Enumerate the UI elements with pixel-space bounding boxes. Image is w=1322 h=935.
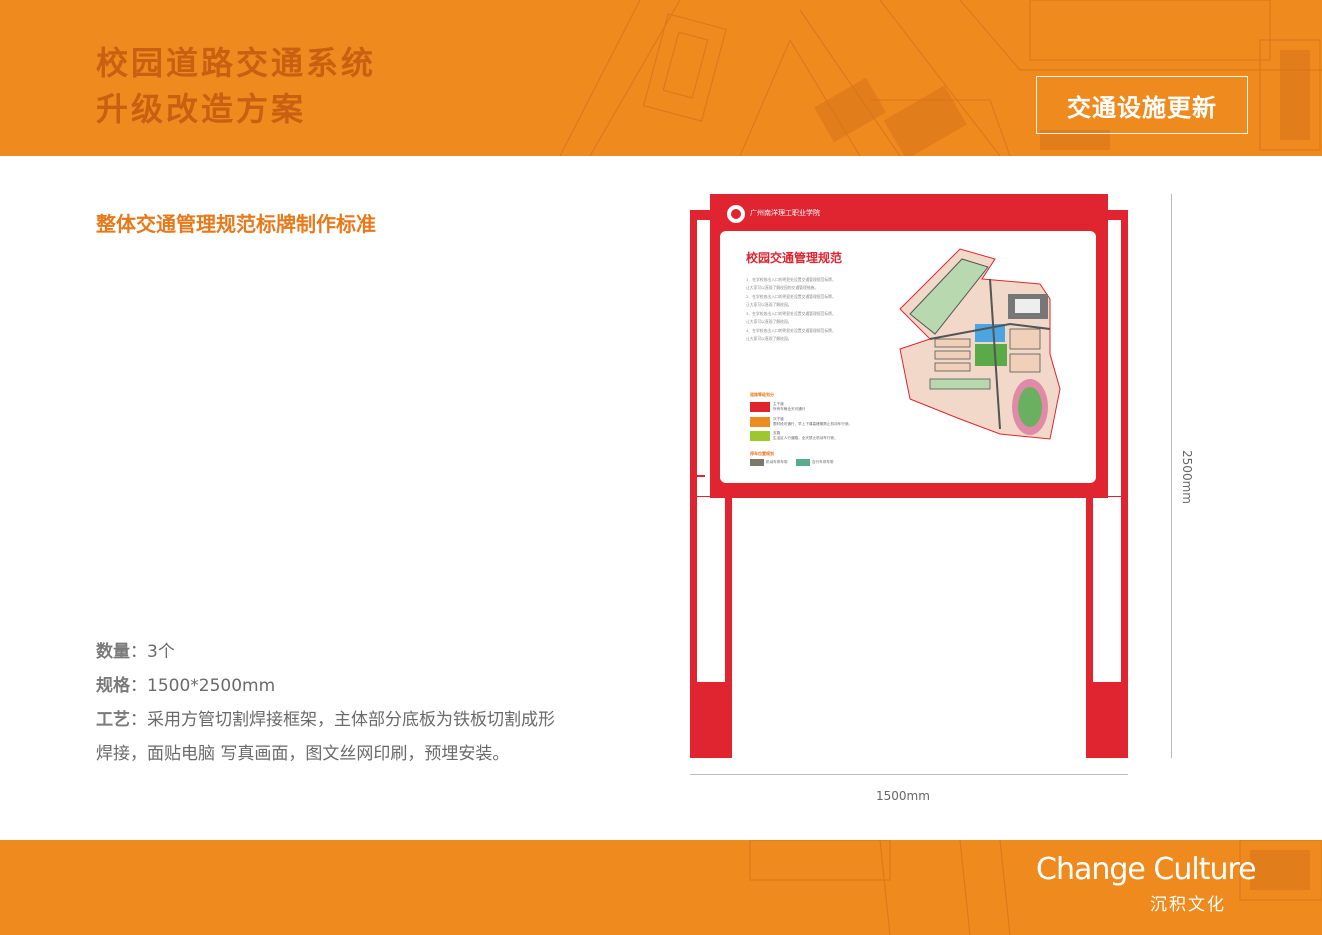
legend-title: 道路等级划分: [750, 392, 774, 397]
spec-quantity-label: 数量: [96, 642, 130, 662]
rule-line: 2、在学校各出入口的明显处设置交通管理规范标牌，: [746, 294, 836, 299]
legend-swatch-branch: [750, 431, 770, 441]
footer-band: Change Culture 沉积文化: [0, 840, 1322, 935]
parking-name: 自行车停车带: [812, 460, 834, 464]
rule-line: 让大家可以直观了解校园。: [746, 336, 792, 341]
rule-line: 让大家可以直观了解校园。: [746, 302, 792, 307]
width-dimension-line: [690, 774, 1128, 775]
legend-desc: 生活区人行道路，全天禁止机动车行驶。: [773, 436, 838, 440]
legend-desc: 所有车辆全天可通行: [773, 407, 806, 411]
legend-desc: 限时段可通行，早上下课高峰期禁止机动车行驶。: [773, 422, 853, 426]
height-dimension: 2500mm: [1179, 450, 1194, 504]
spec-size-value: ：1500*2500mm: [130, 676, 276, 696]
page-title-line2: 升级改造方案: [96, 90, 307, 128]
spec-craft-label: 工艺: [96, 710, 130, 730]
spec-craft-value-line1: ：采用方管切割焊接框架，主体部分底板为铁板切割成形: [130, 710, 555, 730]
school-name: 广州南洋理工职业学院: [750, 209, 820, 217]
spec-craft-line2: 焊接，面贴电脑 写真画面，图文丝网印刷，预埋安装。: [96, 744, 510, 764]
width-dimension: 1500mm: [876, 789, 930, 803]
parking-swatch-car: [750, 459, 764, 466]
parking-title: 停车位置规划: [750, 451, 774, 456]
rule-line: 3、在学校各出入口的明显处设置交通管理规范标牌，: [746, 311, 836, 316]
spec-quantity: 数量：3个: [96, 637, 175, 662]
rule-line: 让大家可以直观了解校园。: [746, 319, 792, 324]
brand-english: Change Culture: [1036, 852, 1257, 887]
legend-swatch-secondary: [750, 417, 770, 427]
spec-size: 规格：1500*2500mm: [96, 671, 275, 696]
brand-chinese: 沉积文化: [1150, 895, 1226, 915]
parking-name: 机动车停车带: [766, 460, 788, 464]
legend-swatch-main: [750, 402, 770, 412]
header-band: 校园道路交通系统 升级改造方案 交通设施更新: [0, 0, 1322, 156]
rule-line: 让大家可以直观了解校园的交通管理措施。: [746, 285, 819, 290]
spec-quantity-value: ：3个: [130, 642, 175, 662]
parking-swatch-bike: [796, 459, 810, 466]
spec-craft: 工艺：采用方管切割焊接框架，主体部分底板为铁板切割成形: [96, 705, 555, 730]
board-title: 校园交通管理规范: [746, 251, 843, 265]
section-badge: 交通设施更新: [1036, 76, 1248, 134]
height-dimension-line: [1171, 194, 1172, 758]
rule-line: 1、在学校各出入口的明显处设置交通管理规范标牌，: [746, 277, 836, 282]
page-title-line1: 校园道路交通系统: [96, 44, 377, 82]
section-subtitle: 整体交通管理规范标牌制作标准: [96, 212, 376, 236]
rule-line: 4、在学校各出入口的明显处设置交通管理规范标牌，: [746, 328, 836, 333]
spec-size-label: 规格: [96, 676, 130, 696]
